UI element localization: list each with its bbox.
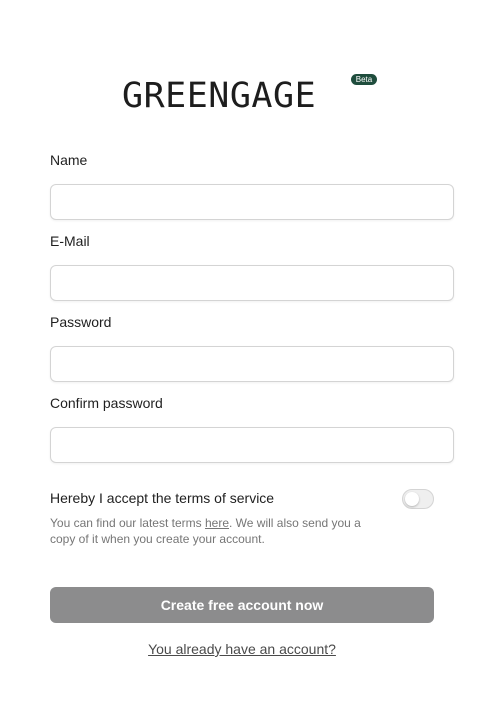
email-label: E-Mail (50, 233, 90, 249)
password-label: Password (50, 314, 112, 330)
beta-badge: Beta (351, 74, 377, 85)
name-input[interactable] (50, 184, 454, 220)
terms-title: Hereby I accept the terms of service (50, 490, 275, 506)
email-input[interactable] (50, 265, 454, 301)
create-account-button[interactable]: Create free account now (50, 587, 434, 623)
login-link[interactable]: You already have an account? (148, 641, 336, 657)
terms-toggle[interactable] (402, 489, 434, 509)
terms-desc-before: You can find our latest terms (50, 516, 205, 530)
brand-name: GREENGAGE (122, 76, 317, 116)
terms-description: You can find our latest terms here. We w… (50, 515, 380, 547)
terms-link[interactable]: here (205, 516, 229, 530)
login-link-wrap: You already have an account? (0, 641, 484, 658)
confirm-password-input[interactable] (50, 427, 454, 463)
toggle-knob (405, 492, 419, 506)
password-input[interactable] (50, 346, 454, 382)
name-label: Name (50, 152, 88, 168)
brand-logo: GREENGAGE Beta (122, 74, 382, 114)
confirm-password-label: Confirm password (50, 395, 163, 411)
